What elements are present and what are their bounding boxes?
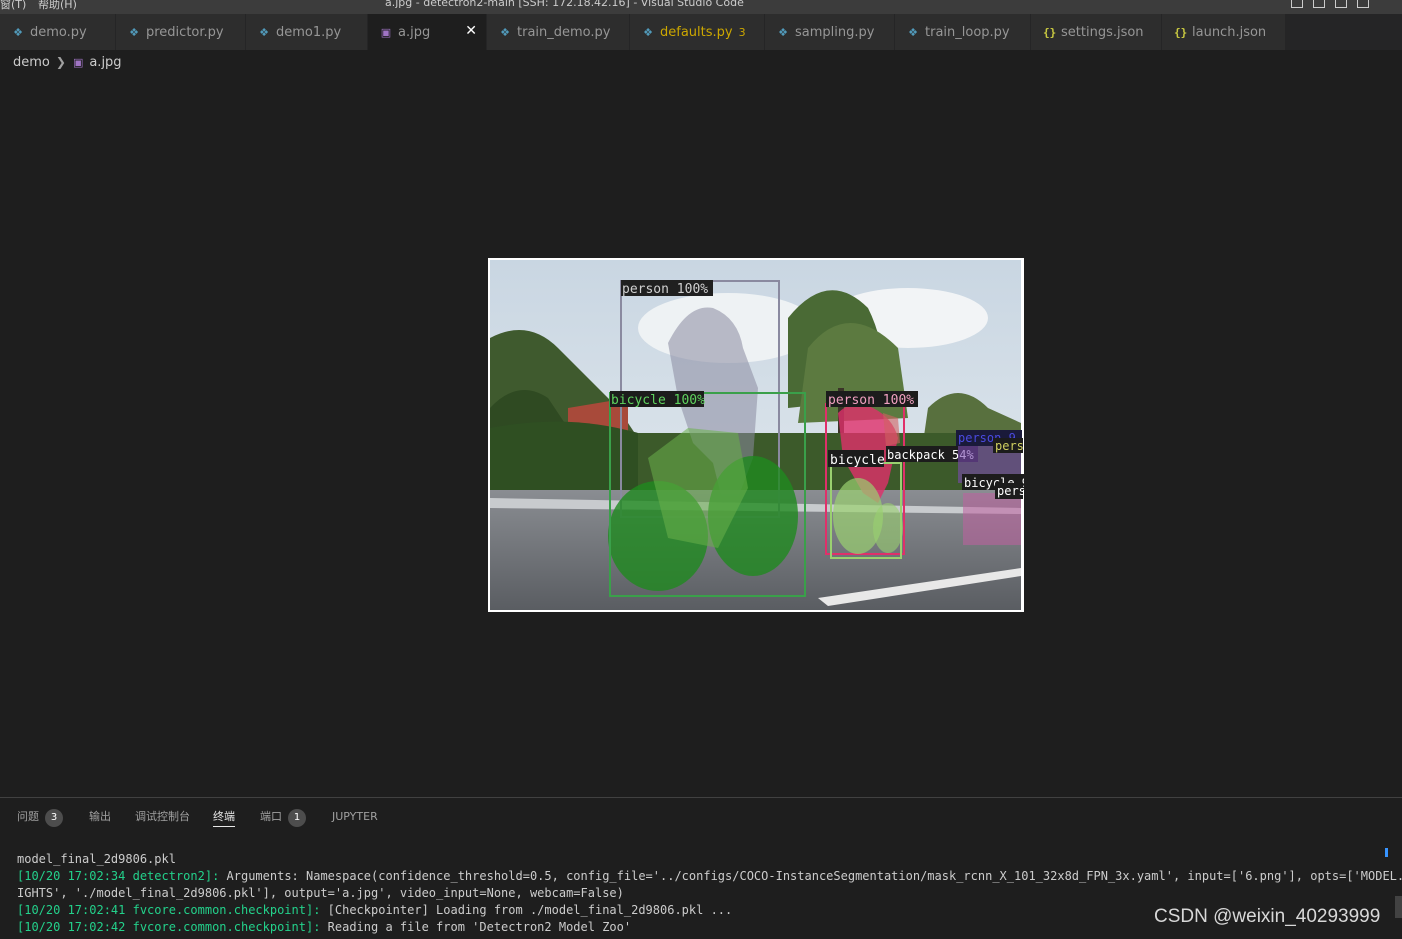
tab-label: demo.py	[30, 24, 87, 40]
chevron-right-icon: ❯	[55, 55, 66, 69]
detection-label-person-1: person 100%	[622, 282, 708, 297]
tab-ports[interactable]: 端口 1	[260, 808, 306, 827]
python-icon: ❖	[778, 25, 788, 39]
title-bar: 窗(T) 帮助(H) a.jpg - detectron2-main [SSH:…	[0, 0, 1402, 14]
tab-debug-console[interactable]: 调试控制台	[135, 808, 190, 826]
customize-layout-icon[interactable]	[1357, 0, 1369, 8]
tab-defaults-py[interactable]: ❖ defaults.py 3	[630, 14, 765, 50]
terminal-scrollbar[interactable]	[1395, 896, 1402, 918]
detection-label-person-2: person 100%	[828, 393, 914, 408]
close-icon[interactable]: ✕	[465, 23, 477, 39]
log-prefix: [10/20 17:02:41 fvcore.common.checkpoint…	[17, 903, 321, 917]
menu-item-help[interactable]: 帮助(H)	[38, 0, 77, 12]
tab-ports-label: 端口	[260, 810, 282, 823]
python-icon: ❖	[13, 25, 23, 39]
tab-output[interactable]: 输出	[89, 808, 111, 826]
tab-train-demo-py[interactable]: ❖ train_demo.py	[487, 14, 630, 50]
python-icon: ❖	[129, 25, 139, 39]
toggle-panel-icon[interactable]	[1313, 0, 1325, 8]
image-preview: person 100% bicycle 100% person 100% bic…	[488, 258, 1024, 612]
tab-launch-json[interactable]: {} launch.json	[1162, 14, 1286, 50]
tab-problems[interactable]: 问题 3	[17, 808, 63, 827]
watermark: CSDN @weixin_40293999	[1154, 906, 1381, 927]
breadcrumb-folder[interactable]: demo	[13, 55, 50, 70]
toggle-sidebar-icon[interactable]	[1291, 0, 1303, 8]
log-prefix: [10/20 17:02:42 fvcore.common.checkpoint…	[17, 920, 321, 934]
tab-label: train_loop.py	[925, 24, 1010, 40]
json-icon: {}	[1174, 25, 1188, 39]
image-icon: ▣	[380, 25, 392, 39]
problems-badge: 3	[45, 809, 63, 827]
tab-predictor-py[interactable]: ❖ predictor.py	[116, 14, 246, 50]
python-icon: ❖	[643, 25, 653, 39]
tab-settings-json[interactable]: {} settings.json	[1031, 14, 1162, 50]
terminal-scroll-marker	[1385, 848, 1388, 857]
python-icon: ❖	[259, 25, 269, 39]
tab-sampling-py[interactable]: ❖ sampling.py	[765, 14, 895, 50]
tab-label: demo1.py	[276, 24, 342, 40]
menu-item-window[interactable]: 窗(T)	[0, 0, 26, 12]
tab-train-loop-py[interactable]: ❖ train_loop.py	[895, 14, 1031, 50]
terminal-line: [10/20 17:02:34 detectron2]: Arguments: …	[17, 869, 1402, 883]
tab-label: sampling.py	[795, 24, 875, 40]
tab-a-jpg[interactable]: ▣ a.jpg ✕	[368, 14, 487, 50]
log-prefix: [10/20 17:02:34 detectron2]:	[17, 869, 220, 883]
image-icon: ▣	[72, 55, 84, 69]
tab-label: train_demo.py	[517, 24, 611, 40]
breadcrumb: demo ❯ ▣ a.jpg	[13, 52, 122, 72]
detection-label-person-5: pers	[997, 484, 1024, 498]
tab-label: defaults.py	[660, 24, 733, 40]
tab-label: predictor.py	[146, 24, 224, 40]
python-icon: ❖	[500, 25, 510, 39]
tab-label: settings.json	[1061, 24, 1144, 40]
tab-terminal[interactable]: 终端	[213, 808, 235, 827]
terminal-line: model_final_2d9806.pkl	[17, 852, 176, 866]
python-icon: ❖	[908, 25, 918, 39]
tab-demo-py[interactable]: ❖ demo.py	[0, 14, 116, 50]
window-title: a.jpg - detectron2-main [SSH: 172.18.42.…	[385, 0, 744, 9]
tab-label: launch.json	[1192, 24, 1267, 40]
detection-label-person-4: pers	[995, 439, 1024, 453]
tab-label: a.jpg	[398, 24, 431, 40]
json-icon: {}	[1043, 25, 1057, 39]
tab-problems-label: 问题	[17, 810, 39, 823]
detection-label-bicycle-1: bicycle 100%	[611, 393, 705, 408]
editor-tab-bar: ❖ demo.py ❖ predictor.py ❖ demo1.py ▣ a.jpg …	[0, 14, 1402, 50]
detection-group-right: person 9 pers bicycle 9 pers	[956, 430, 1024, 545]
toggle-secondary-sidebar-icon[interactable]	[1335, 0, 1347, 8]
detection-label-bicycle-2: bicycle	[830, 453, 885, 468]
problems-count: 3	[738, 25, 746, 39]
terminal-line: IGHTS', './model_final_2d9806.pkl'], out…	[17, 886, 624, 900]
ports-badge: 1	[288, 809, 306, 827]
breadcrumb-file[interactable]: a.jpg	[89, 55, 121, 70]
tab-jupyter[interactable]: JUPYTER	[332, 808, 378, 826]
tab-demo1-py[interactable]: ❖ demo1.py	[246, 14, 368, 50]
